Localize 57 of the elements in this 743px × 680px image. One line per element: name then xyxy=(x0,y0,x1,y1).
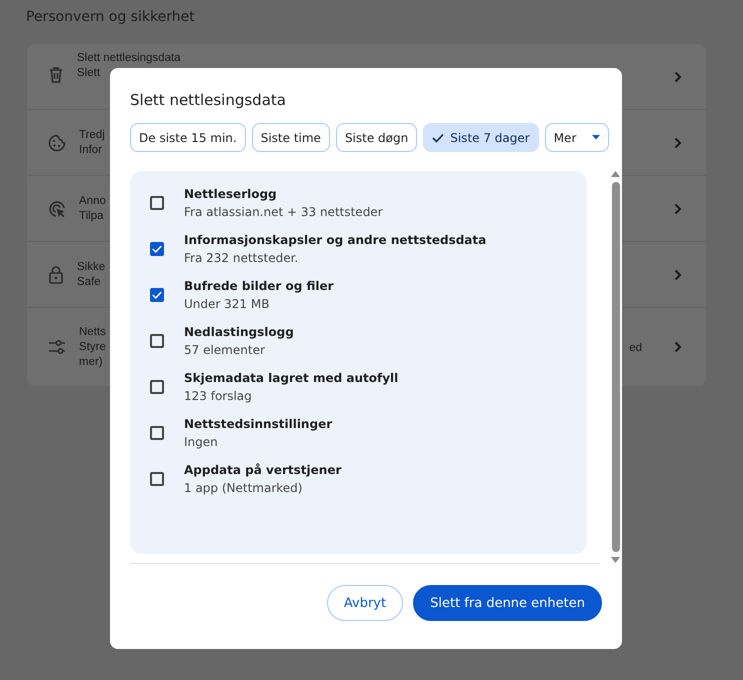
setting-description: Slett xyxy=(77,67,102,79)
setting-title: Netts xyxy=(79,326,106,338)
chevron-right-icon[interactable] xyxy=(674,70,682,82)
scroll-down-arrow-icon[interactable] xyxy=(611,557,620,563)
chevron-right-icon[interactable] xyxy=(674,136,682,148)
chevron-right-icon[interactable] xyxy=(674,202,682,214)
data-type-label: Nettleserlogg xyxy=(184,187,278,201)
data-type-label: Nedlastingslogg xyxy=(184,325,294,339)
setting-description: Safe xyxy=(77,276,102,288)
sliders-icon xyxy=(48,339,66,355)
data-type-label: Nettstedsinnstillinger xyxy=(184,417,332,431)
data-type-label: Appdata på vertstjener xyxy=(184,463,342,477)
scrollbar[interactable] xyxy=(610,171,621,563)
data-type-label: Skjemadata lagret med autofyll xyxy=(184,371,398,385)
delete-button[interactable]: Slett fra denne enheten xyxy=(413,585,602,621)
setting-title: Tredj xyxy=(79,129,105,141)
time-range-chip[interactable]: Siste time xyxy=(252,123,330,152)
data-type-detail: 123 forslag xyxy=(184,389,253,403)
chevron-right-icon[interactable] xyxy=(674,268,682,280)
data-type-label: Bufrede bilder og filer xyxy=(184,279,334,293)
data-type-detail: 57 elementer xyxy=(184,343,266,357)
setting-description: Styre xyxy=(79,341,106,353)
data-type-detail: Ingen xyxy=(184,435,219,449)
data-type-detail: Fra atlassian.net + 33 nettsteder xyxy=(184,205,383,219)
data-type-label: Informasjonskapsler og andre nettstedsdata xyxy=(184,233,486,247)
checkbox[interactable] xyxy=(150,196,164,210)
checkbox[interactable] xyxy=(150,380,164,394)
dialog-title: Slett nettlesingsdata xyxy=(130,91,287,109)
cookie-icon xyxy=(48,134,66,152)
checkbox[interactable] xyxy=(150,334,164,348)
setting-description: ed xyxy=(629,342,642,354)
setting-title: Anno xyxy=(79,195,106,207)
checkbox[interactable] xyxy=(150,242,164,256)
data-type-detail: 1 app (Nettmarked) xyxy=(184,481,304,495)
chevron-right-icon[interactable] xyxy=(674,341,682,353)
lock-icon xyxy=(48,265,64,284)
setting-description: Infor xyxy=(79,144,104,156)
setting-title: Sikke xyxy=(77,261,106,273)
time-range-chip[interactable]: Siste døgn xyxy=(336,123,418,152)
trash-icon xyxy=(48,66,64,84)
setting-description: Tilpa xyxy=(79,210,104,222)
checkbox[interactable] xyxy=(150,288,164,302)
section-title: Personvern og sikkerhet xyxy=(26,9,195,25)
checkbox[interactable] xyxy=(150,426,164,440)
more-dropdown[interactable]: Mer xyxy=(544,123,610,152)
setting-description: mer) xyxy=(79,356,104,368)
data-type-detail: Under 321 MB xyxy=(184,297,270,311)
time-range-chip[interactable]: Siste 7 dager xyxy=(423,123,539,152)
scroll-up-arrow-icon[interactable] xyxy=(611,171,620,177)
data-type-detail: Fra 232 nettsteder. xyxy=(184,251,300,265)
cursor-target-icon xyxy=(48,200,66,218)
setting-title: Slett nettlesingsdata xyxy=(77,52,181,64)
caret-down-icon xyxy=(592,135,600,140)
checkbox[interactable] xyxy=(150,472,164,486)
checkmark-icon xyxy=(432,132,444,142)
cancel-button[interactable]: Avbryt xyxy=(326,585,404,621)
time-range-chip[interactable]: De siste 15 min. xyxy=(130,123,246,152)
